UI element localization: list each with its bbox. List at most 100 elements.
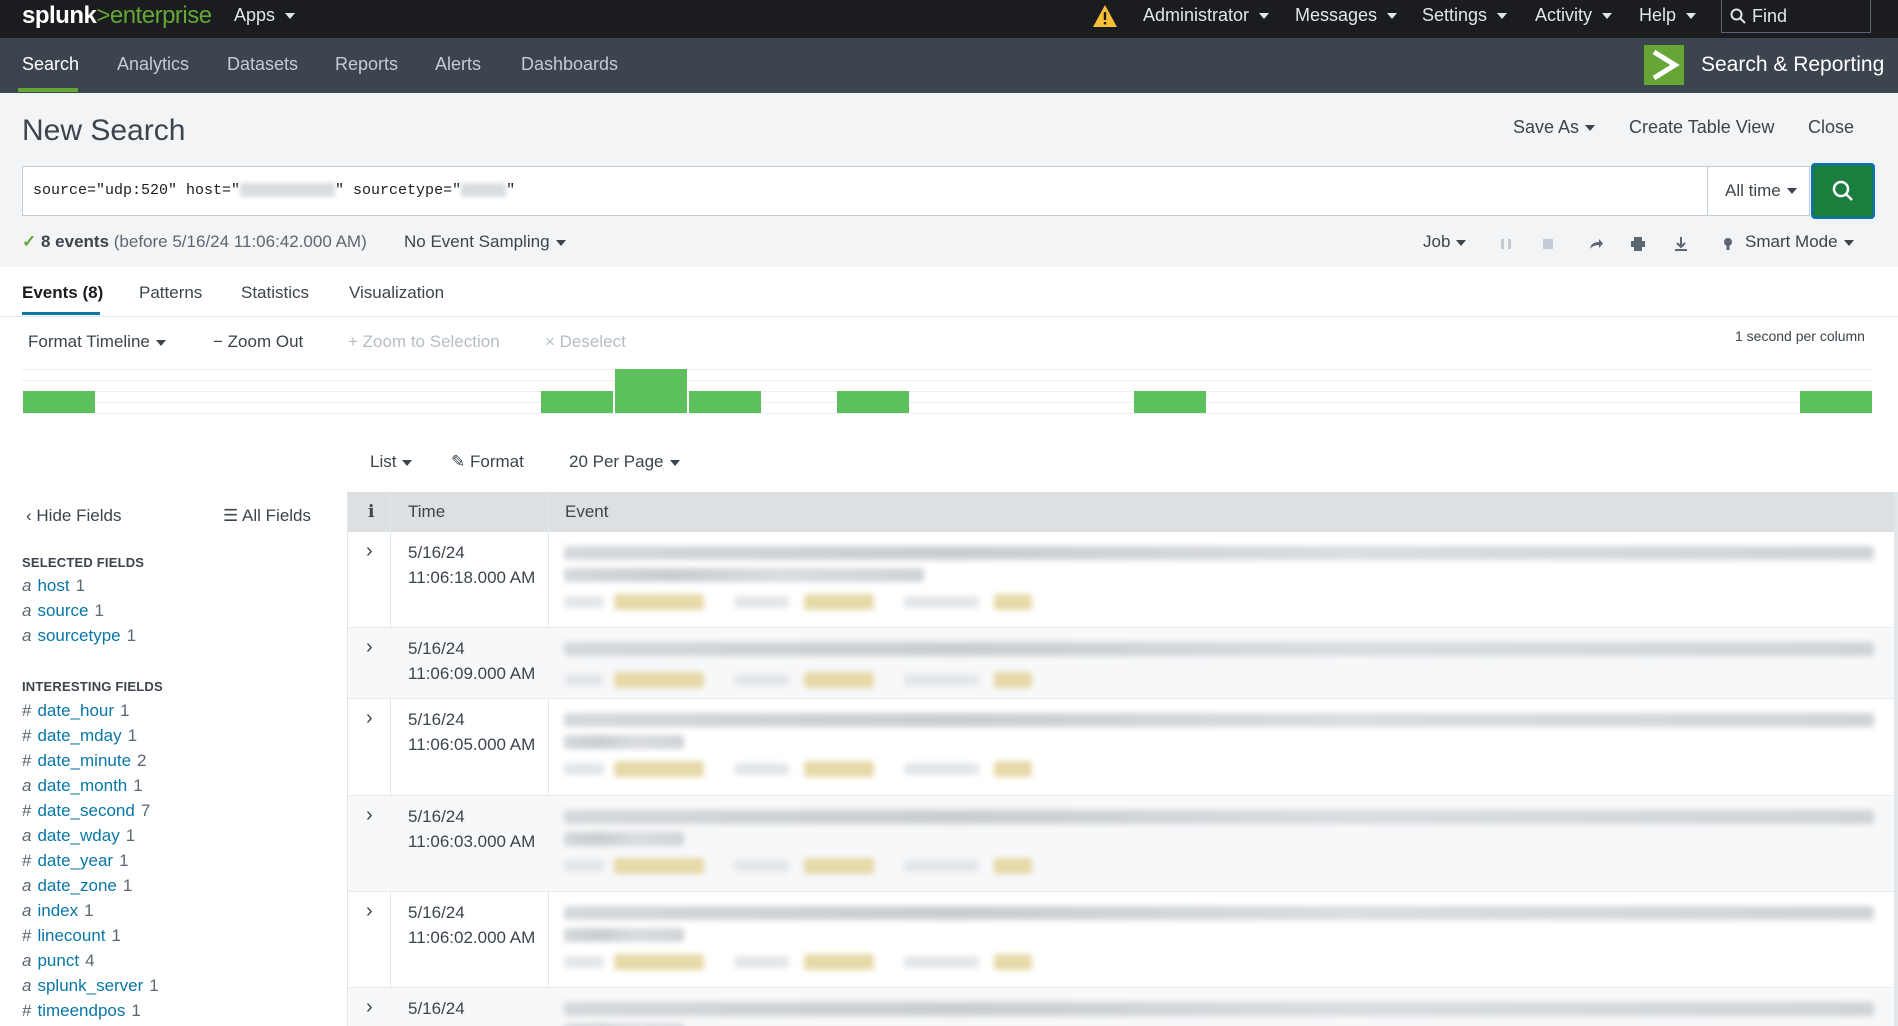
event-timestamp: 11:06:02.000 AM xyxy=(408,928,536,947)
format-timeline-menu[interactable]: Format Timeline xyxy=(28,332,166,352)
hide-fields-button[interactable]: ‹ Hide Fields xyxy=(26,506,121,526)
chevron-right-icon[interactable]: › xyxy=(366,540,373,563)
field-item[interactable]: a index 1 xyxy=(22,901,94,921)
time-range-picker[interactable]: All time xyxy=(1707,166,1810,216)
event-date: 5/16/24 xyxy=(408,543,465,562)
redacted-field-label xyxy=(904,763,979,775)
zoom-out-button[interactable]: − Zoom Out xyxy=(213,332,303,352)
table-row[interactable]: › 5/16/24 11:06:09.000 AM xyxy=(348,628,1898,699)
app-title[interactable]: Search & Reporting xyxy=(1701,53,1884,77)
field-item[interactable]: a splunk_server 1 xyxy=(22,976,159,996)
redacted-field-label xyxy=(564,596,604,608)
print-icon[interactable] xyxy=(1630,236,1646,252)
field-item[interactable]: # date_minute 2 xyxy=(22,751,147,771)
apps-menu[interactable]: Apps xyxy=(234,5,296,26)
field-item[interactable]: # date_second 7 xyxy=(22,801,150,821)
find-input[interactable]: Find xyxy=(1721,0,1871,33)
warning-icon[interactable] xyxy=(1092,4,1118,28)
field-item[interactable]: # linecount 1 xyxy=(22,926,121,946)
timeline-bar[interactable] xyxy=(1799,391,1872,413)
format-button[interactable]: ✎ Format xyxy=(451,452,524,472)
table-row[interactable]: › 5/16/24 11:06:05.000 AM xyxy=(348,699,1898,796)
field-item[interactable]: a source 1 xyxy=(22,601,104,621)
table-row[interactable]: › 5/16/24 11:06:00.000 AM xyxy=(348,988,1898,1026)
zoom-to-selection-button[interactable]: + Zoom to Selection xyxy=(348,332,500,352)
tab-patterns[interactable]: Patterns xyxy=(139,283,202,303)
search-mode-menu[interactable]: Smart Mode xyxy=(1745,232,1854,252)
activity-menu[interactable]: Activity xyxy=(1535,5,1613,26)
administrator-menu[interactable]: Administrator xyxy=(1143,5,1270,26)
redacted-event-text xyxy=(564,906,1874,920)
nav-analytics[interactable]: Analytics xyxy=(117,54,189,75)
save-as-menu[interactable]: Save As xyxy=(1513,117,1596,138)
tab-statistics[interactable]: Statistics xyxy=(241,283,309,303)
timeline-bar[interactable] xyxy=(23,391,96,413)
redacted-field-value xyxy=(804,761,874,777)
chevron-right-icon[interactable]: › xyxy=(366,996,373,1019)
all-fields-button[interactable]: ☰ All Fields xyxy=(223,506,311,526)
per-page-menu[interactable]: 20 Per Page xyxy=(569,452,680,472)
tab-visualization[interactable]: Visualization xyxy=(349,283,444,303)
tab-events[interactable]: Events (8) xyxy=(22,283,103,303)
field-count: 1 xyxy=(119,851,129,870)
field-count: 1 xyxy=(122,876,133,895)
event-date: 5/16/24 xyxy=(408,710,465,729)
timeline-bar[interactable] xyxy=(689,391,762,413)
field-item[interactable]: a date_zone 1 xyxy=(22,876,132,896)
event-time: 5/16/24 11:06:02.000 AM xyxy=(408,900,535,950)
search-icon xyxy=(1832,180,1853,201)
search-button[interactable] xyxy=(1811,163,1875,219)
event-time: 5/16/24 11:06:05.000 AM xyxy=(408,707,535,757)
redacted-field-value xyxy=(804,954,874,970)
redacted-event-text xyxy=(564,713,1874,727)
table-row[interactable]: › 5/16/24 11:06:02.000 AM xyxy=(348,892,1898,988)
timeline-bar[interactable] xyxy=(1133,391,1206,413)
close-button[interactable]: Close xyxy=(1808,117,1854,138)
table-row[interactable]: › 5/16/24 11:06:03.000 AM xyxy=(348,796,1898,892)
create-table-view-button[interactable]: Create Table View xyxy=(1629,117,1774,138)
settings-menu[interactable]: Settings xyxy=(1422,5,1508,26)
nav-datasets[interactable]: Datasets xyxy=(227,54,298,75)
field-item[interactable]: # timeendpos 1 xyxy=(22,1001,141,1021)
messages-menu[interactable]: Messages xyxy=(1295,5,1398,26)
nav-reports[interactable]: Reports xyxy=(335,54,398,75)
chevron-right-icon[interactable]: › xyxy=(366,636,373,659)
splunk-logo[interactable]: splunk>enterprise xyxy=(22,2,212,30)
nav-dashboards[interactable]: Dashboards xyxy=(521,54,618,75)
field-name: timeendpos xyxy=(37,1001,126,1020)
timeline-bar[interactable] xyxy=(837,391,910,413)
nav-search[interactable]: Search xyxy=(22,54,79,75)
list-view-menu[interactable]: List xyxy=(370,452,413,472)
string-type-icon: a xyxy=(22,576,32,595)
field-count: 1 xyxy=(127,726,138,745)
pause-icon[interactable] xyxy=(1498,236,1514,252)
field-item[interactable]: # date_year 1 xyxy=(22,851,129,871)
table-row[interactable]: › 5/16/24 11:06:18.000 AM xyxy=(348,532,1898,628)
chevron-right-icon[interactable]: › xyxy=(366,707,373,730)
field-item[interactable]: a date_wday 1 xyxy=(22,826,135,846)
field-item[interactable]: a sourcetype 1 xyxy=(22,626,136,646)
chevron-right-icon[interactable]: › xyxy=(366,804,373,827)
timeline-bar[interactable] xyxy=(541,391,614,413)
timeline-bar[interactable] xyxy=(615,369,688,413)
time-column-header[interactable]: Time xyxy=(408,502,445,522)
export-icon[interactable] xyxy=(1673,236,1689,252)
string-type-icon: a xyxy=(22,876,32,895)
field-item[interactable]: # date_mday 1 xyxy=(22,726,137,746)
field-item[interactable]: a date_month 1 xyxy=(22,776,143,796)
stop-icon[interactable] xyxy=(1540,236,1556,252)
redacted-event-text xyxy=(564,1002,1874,1016)
field-item[interactable]: # date_hour 1 xyxy=(22,701,130,721)
pencil-icon: ✎ xyxy=(451,452,466,471)
chevron-right-icon[interactable]: › xyxy=(366,900,373,923)
share-icon[interactable] xyxy=(1588,236,1604,252)
field-item[interactable]: a host 1 xyxy=(22,576,85,596)
search-input[interactable]: source="udp:520" host=" " sourcetype=" " xyxy=(22,166,1708,216)
deselect-button[interactable]: × Deselect xyxy=(545,332,626,352)
help-menu[interactable]: Help xyxy=(1639,5,1697,26)
job-menu[interactable]: Job xyxy=(1423,232,1467,252)
event-sampling-menu[interactable]: No Event Sampling xyxy=(404,232,566,252)
field-item[interactable]: a punct 4 xyxy=(22,951,95,971)
scrollbar[interactable] xyxy=(1894,492,1898,1026)
nav-alerts[interactable]: Alerts xyxy=(435,54,481,75)
